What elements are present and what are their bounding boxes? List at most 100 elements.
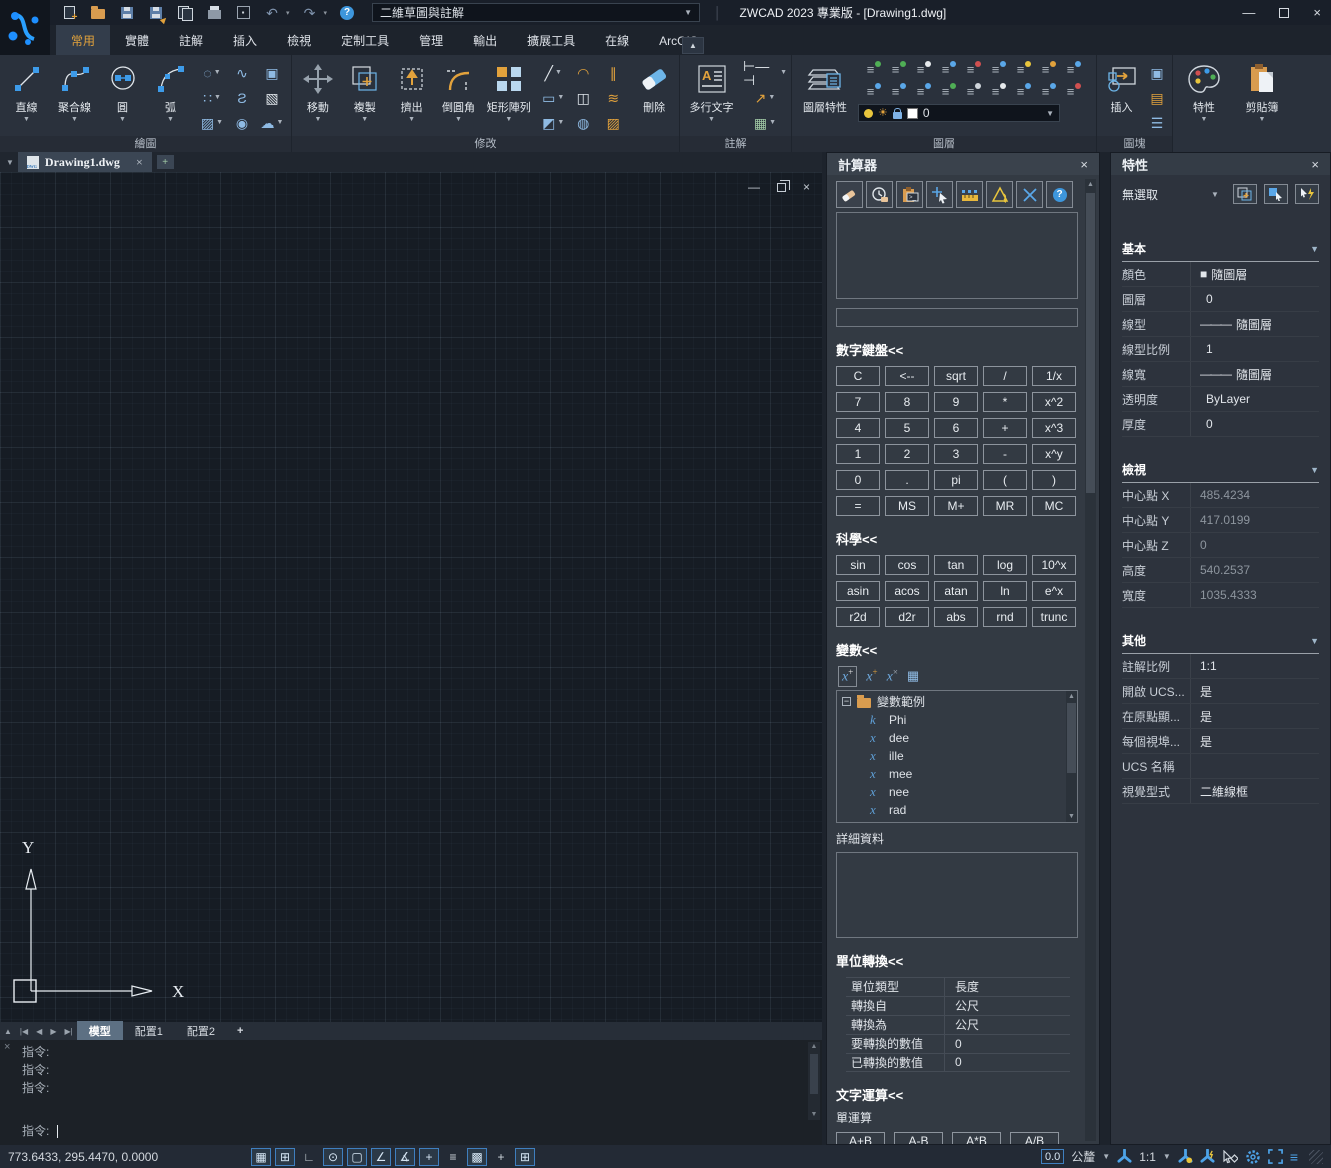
save-icon[interactable] xyxy=(118,5,136,21)
calc-key[interactable]: ( xyxy=(983,470,1027,490)
save-as-icon[interactable] xyxy=(147,5,165,21)
property-value[interactable]: ■隨圖層 xyxy=(1190,262,1319,286)
property-row[interactable]: 中心點 Z 0 xyxy=(1122,533,1319,558)
calc-key[interactable]: x^2 xyxy=(1032,392,1076,412)
chevron-down-icon[interactable]: ▼ xyxy=(361,117,368,122)
calc-key[interactable]: log xyxy=(983,555,1027,575)
redo-caret-icon[interactable]: ▾ xyxy=(324,9,328,17)
annotation-scale-icon[interactable] xyxy=(1117,1149,1132,1164)
mtext-button[interactable]: A 多行文字▼ xyxy=(685,58,738,122)
doc-close-icon[interactable]: × xyxy=(803,180,810,194)
select-objects-icon[interactable] xyxy=(1264,184,1288,204)
transparency-toggle[interactable]: ▩ xyxy=(467,1148,487,1166)
model-canvas[interactable]: — × Y X xyxy=(0,172,822,1022)
calc-key[interactable]: M+ xyxy=(934,496,978,516)
chevron-down-icon[interactable]: ▼ xyxy=(71,117,78,122)
chevron-down-icon[interactable]: ▼ xyxy=(119,117,126,122)
layer-new-icon[interactable]: ≡ xyxy=(985,82,1007,100)
dynamic-input-toggle[interactable]: ∡ xyxy=(395,1148,415,1166)
chevron-down-icon[interactable]: ▼ xyxy=(1201,117,1208,122)
variable-item[interactable]: x ille xyxy=(842,747,1064,765)
resize-grip[interactable] xyxy=(1309,1150,1323,1164)
revision-cloud-icon[interactable]: ☁▼ xyxy=(261,116,284,130)
layer-on-bulb-icon[interactable] xyxy=(864,109,873,118)
copy-button[interactable]: 複製▼ xyxy=(344,58,386,122)
property-row[interactable]: 寬度 1035.4333 xyxy=(1122,583,1319,608)
calc-key[interactable]: <-- xyxy=(885,366,929,386)
dimension-icon[interactable]: ⊢—⊣▼ xyxy=(743,59,787,87)
chevron-down-icon[interactable]: ▼ xyxy=(1310,636,1319,646)
ribbon-tab[interactable]: 檢視 xyxy=(272,25,326,55)
plot-icon[interactable] xyxy=(205,5,223,21)
variable-item[interactable]: k Phi xyxy=(842,711,1064,729)
property-value[interactable]: ———隨圖層 xyxy=(1190,312,1319,336)
new-variable-icon[interactable]: x+ xyxy=(838,666,857,687)
tab-next-icon[interactable]: ▶ xyxy=(46,1027,60,1036)
calc-key[interactable]: sqrt xyxy=(934,366,978,386)
properties-palette-button[interactable]: 特性▼ xyxy=(1178,58,1230,122)
property-value[interactable]: 是 xyxy=(1190,679,1319,703)
layout-tab[interactable]: 模型 xyxy=(77,1021,123,1041)
calc-key[interactable]: A/B xyxy=(1010,1132,1059,1144)
app-logo-icon[interactable] xyxy=(0,0,50,55)
layer-previous-icon[interactable]: ≡ xyxy=(960,82,982,100)
layer-freeze-icon[interactable]: ≡ xyxy=(935,60,957,78)
fillet-button[interactable]: 倒圓角▼ xyxy=(438,58,480,122)
region-icon[interactable]: ▧ xyxy=(265,91,278,105)
chevron-down-icon[interactable]: ▼ xyxy=(1211,190,1219,199)
rect-array-button[interactable]: 矩形陣列▼ xyxy=(484,58,533,122)
calc-key[interactable]: asin xyxy=(836,581,880,601)
property-row[interactable]: 線寬 ———隨圖層 xyxy=(1122,362,1319,387)
calc-key[interactable]: r2d xyxy=(836,607,880,627)
calc-key[interactable]: + xyxy=(983,418,1027,438)
calc-key[interactable]: 10^x xyxy=(1032,555,1076,575)
calculator-scrollbar[interactable]: ▲ xyxy=(1085,179,1096,1141)
layer-match-icon[interactable]: ≡ xyxy=(860,82,882,100)
details-box[interactable] xyxy=(836,852,1078,938)
close-icon[interactable]: × xyxy=(1080,157,1088,172)
document-tab[interactable]: Drawing1.dwg × xyxy=(18,152,152,172)
property-value[interactable]: 是 xyxy=(1190,704,1319,728)
variables-section-header[interactable]: 變數<< xyxy=(836,640,1078,659)
property-value[interactable]: 1:1 xyxy=(1190,654,1319,678)
calc-key[interactable]: 3 xyxy=(934,444,978,464)
blend-curves-icon[interactable]: ◠ xyxy=(577,66,589,80)
ribbon-tab[interactable]: 註解 xyxy=(164,25,218,55)
calculator-title-bar[interactable]: 計算器 × xyxy=(827,153,1099,175)
textops-section-header[interactable]: 文字運算<< xyxy=(836,1085,1078,1104)
lineweight-toggle[interactable]: ≡ xyxy=(443,1148,463,1166)
publish-icon[interactable] xyxy=(176,5,194,21)
spline-cv-icon[interactable]: Ƨ xyxy=(237,91,246,105)
keypad-section-header[interactable]: 數字鍵盤<< xyxy=(836,340,1078,359)
unit-name[interactable]: 公釐 xyxy=(1071,1148,1095,1165)
unit-row-value[interactable]: 0 xyxy=(944,1035,1070,1053)
scrollbar-thumb[interactable] xyxy=(810,1054,818,1094)
section-view-header[interactable]: 檢視 ▼ xyxy=(1122,461,1319,483)
property-row[interactable]: 線型比例 1 xyxy=(1122,337,1319,362)
property-value[interactable]: ———隨圖層 xyxy=(1190,362,1319,386)
trim-icon[interactable]: ╱▼ xyxy=(545,66,562,80)
maximize-icon[interactable] xyxy=(1279,8,1289,18)
ribbon-tab[interactable]: 常用 xyxy=(56,25,110,55)
create-block-icon[interactable]: ▣ xyxy=(1150,66,1163,80)
point-track-toggle[interactable]: + xyxy=(419,1148,439,1166)
scrollbar-thumb[interactable] xyxy=(1067,703,1076,773)
calc-key[interactable]: rnd xyxy=(983,607,1027,627)
scientific-section-header[interactable]: 科學<< xyxy=(836,529,1078,548)
calc-key[interactable]: / xyxy=(983,366,1027,386)
unit-row-value[interactable]: 公尺 xyxy=(944,1016,1070,1034)
selection-dropdown[interactable]: 無選取 xyxy=(1122,186,1158,203)
calc-key[interactable]: . xyxy=(885,470,929,490)
history-icon[interactable] xyxy=(866,181,893,208)
variable-item[interactable]: x dee xyxy=(842,729,1064,747)
polyline-button[interactable]: 聚合線▼ xyxy=(53,58,96,122)
attribute-manager-icon[interactable]: ☰ xyxy=(1151,116,1164,130)
help-icon[interactable]: ? xyxy=(1046,181,1073,208)
ribbon-tab[interactable]: 插入 xyxy=(218,25,272,55)
layer-off-icon[interactable]: ≡ xyxy=(910,60,932,78)
measure-distance-icon[interactable] xyxy=(956,181,983,208)
layer-translate-icon[interactable]: ≡ xyxy=(1010,82,1032,100)
ribbon-tab[interactable]: 擴展工具 xyxy=(512,25,590,55)
tab-prev-icon[interactable]: ◀ xyxy=(32,1027,46,1036)
ribbon-tab[interactable]: 定制工具 xyxy=(326,25,404,55)
